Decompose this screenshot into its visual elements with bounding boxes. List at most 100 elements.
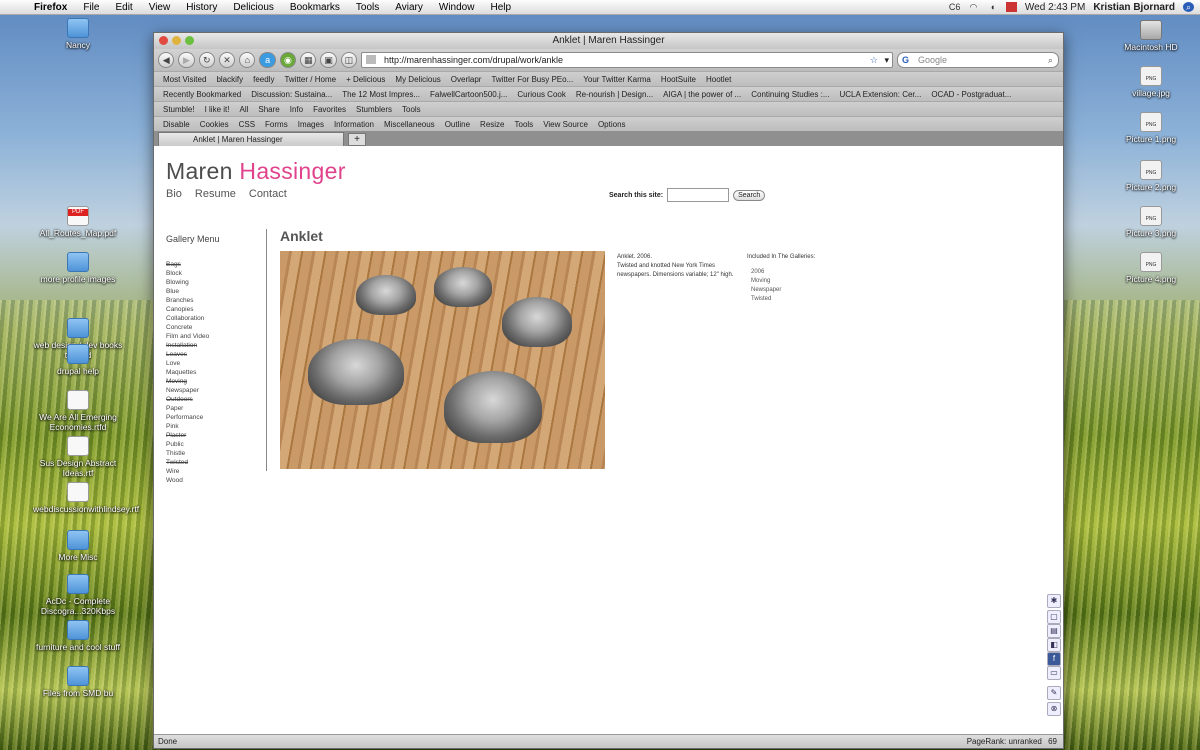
gallery-menu-item[interactable]: Blowing: [166, 278, 209, 287]
menu-edit[interactable]: Edit: [107, 2, 140, 13]
desktop-icon[interactable]: Picture 1.png: [1106, 112, 1196, 144]
flag-icon[interactable]: [1005, 2, 1017, 12]
stumble-toolbar-item[interactable]: Stumble!: [158, 105, 200, 114]
stop-button[interactable]: ✕: [218, 52, 236, 68]
gallery-menu-item[interactable]: Moving: [166, 377, 209, 386]
google-icon[interactable]: G: [902, 53, 909, 67]
gallery-menu-item[interactable]: Block: [166, 269, 209, 278]
bookmark-item[interactable]: FalwellCartoon500.j...: [425, 90, 512, 99]
gallery-menu-item[interactable]: Installation: [166, 341, 209, 350]
bookmark-item[interactable]: The 12 Most Impres...: [337, 90, 425, 99]
minimize-window-icon[interactable]: [172, 36, 181, 45]
gallery-menu-item[interactable]: Wire: [166, 467, 209, 476]
bookmark-item[interactable]: Most Visited: [158, 75, 211, 84]
bookmark-item[interactable]: Twitter For Busy PEo...: [486, 75, 578, 84]
webdev-toolbar-item[interactable]: Outline: [440, 120, 475, 129]
window-icon[interactable]: ▭: [1047, 666, 1061, 680]
menu-history[interactable]: History: [178, 2, 225, 13]
zoom-window-icon[interactable]: [185, 36, 194, 45]
gallery-link[interactable]: Moving: [751, 277, 815, 286]
gallery-menu-item[interactable]: Performance: [166, 413, 209, 422]
menu-delicious[interactable]: Delicious: [225, 2, 282, 13]
gallery-menu-item[interactable]: Canopies: [166, 305, 209, 314]
desktop-icon[interactable]: village.jpg: [1106, 66, 1196, 98]
url-dropdown-icon[interactable]: ▾: [884, 53, 889, 67]
gallery-menu-item[interactable]: Wood: [166, 476, 209, 485]
bookmark-item[interactable]: Your Twitter Karma: [578, 75, 656, 84]
desktop-icon[interactable]: webdiscussionwithlindsey.rtf: [33, 482, 139, 514]
bookmark-item[interactable]: AIGA | the power of ...: [658, 90, 746, 99]
bookmark-item[interactable]: Continuing Studies :...: [746, 90, 834, 99]
stumble-toolbar-item[interactable]: Stumblers: [351, 105, 397, 114]
cs-icon[interactable]: C6: [949, 2, 961, 12]
clock[interactable]: Wed 2:43 PM: [1025, 2, 1085, 13]
desktop-icon[interactable]: more profile images: [33, 252, 123, 284]
bookmark-item[interactable]: Recently Bookmarked: [158, 90, 246, 99]
desktop-icon[interactable]: AcDc - Complete Discogra...320Kbps: [33, 574, 123, 616]
nav-resume[interactable]: Resume: [195, 188, 236, 200]
stumble-toolbar-item[interactable]: I like it!: [200, 105, 235, 114]
gear-icon[interactable]: ✱: [1047, 594, 1061, 608]
page-icon[interactable]: ▢: [1047, 610, 1061, 624]
gallery-menu-item[interactable]: Newspaper: [166, 386, 209, 395]
bookmark-item[interactable]: Twitter / Home: [279, 75, 341, 84]
webdev-toolbar-item[interactable]: Information: [329, 120, 379, 129]
webdev-toolbar-item[interactable]: Disable: [158, 120, 195, 129]
desktop-icon[interactable]: Picture 2.png: [1106, 160, 1196, 192]
desktop-icon[interactable]: Picture 3.png: [1106, 206, 1196, 238]
desktop-icon[interactable]: More Misc: [33, 530, 123, 562]
gallery-menu-item[interactable]: Collaboration: [166, 314, 209, 323]
menu-window[interactable]: Window: [431, 2, 483, 13]
back-button[interactable]: ◀: [158, 52, 175, 68]
bookmark-item[interactable]: UCLA Extension: Cer...: [835, 90, 927, 99]
bookmark-item[interactable]: Curious Cook: [512, 90, 570, 99]
app-menu[interactable]: Firefox: [26, 2, 75, 13]
gallery-menu-item[interactable]: Public: [166, 440, 209, 449]
desktop-icon[interactable]: Macintosh HD: [1106, 20, 1196, 52]
gallery-menu-item[interactable]: Twisted: [166, 458, 209, 467]
webdev-toolbar-item[interactable]: View Source: [538, 120, 593, 129]
bookmark-icon[interactable]: ▤: [1047, 624, 1061, 638]
spotlight-icon[interactable]: ⌕: [1183, 2, 1194, 12]
bookmark-item[interactable]: + Delicious: [341, 75, 390, 84]
tab-anklet[interactable]: Anklet | Maren Hassinger: [158, 132, 344, 146]
bookmark-item[interactable]: Hootlet: [701, 75, 736, 84]
webdev-toolbar-item[interactable]: Cookies: [195, 120, 234, 129]
volume-icon[interactable]: ◖: [987, 2, 998, 12]
gallery-menu-item[interactable]: Leaves: [166, 350, 209, 359]
stumble-toolbar-item[interactable]: Share: [253, 105, 284, 114]
status-count[interactable]: 69: [1048, 737, 1057, 746]
stumble-toolbar-item[interactable]: Favorites: [308, 105, 351, 114]
search-engine-field[interactable]: G Google ⌕: [896, 52, 1059, 68]
menu-view[interactable]: View: [141, 2, 179, 13]
bookmark-item[interactable]: HootSuite: [656, 75, 701, 84]
pencil-icon[interactable]: ✎: [1047, 686, 1061, 700]
pagerank-text[interactable]: PageRank: unranked: [967, 737, 1042, 746]
desktop-icon[interactable]: Picture 4.png: [1106, 252, 1196, 284]
webdev-toolbar-item[interactable]: Resize: [475, 120, 509, 129]
gallery-menu-item[interactable]: Branches: [166, 296, 209, 305]
gallery-menu-item[interactable]: Film and Video: [166, 332, 209, 341]
site-logo[interactable]: Maren Hassinger: [166, 158, 346, 185]
nav-contact[interactable]: Contact: [249, 188, 287, 200]
feed-icon[interactable]: ◉: [279, 52, 297, 68]
site-search-input[interactable]: [667, 188, 730, 202]
reload-button[interactable]: ↻: [198, 52, 215, 68]
menu-bookmarks[interactable]: Bookmarks: [282, 2, 348, 13]
grid-icon[interactable]: ▣: [320, 52, 337, 68]
gallery-menu-item[interactable]: Pink: [166, 422, 209, 431]
bookmark-item[interactable]: Overlapr: [446, 75, 487, 84]
gallery-link[interactable]: 2006: [751, 268, 815, 277]
desktop-icon[interactable]: Nancy: [33, 18, 123, 50]
stumble-toolbar-item[interactable]: Info: [285, 105, 308, 114]
search-go-icon[interactable]: ⌕: [1048, 53, 1053, 67]
webdev-toolbar-item[interactable]: Images: [293, 120, 329, 129]
gallery-link[interactable]: Newspaper: [751, 286, 815, 295]
bookmark-star-icon[interactable]: ☆: [870, 53, 878, 67]
desktop-icon[interactable]: We Are All Emerging Economies.rtfd: [33, 390, 123, 432]
webdev-toolbar-item[interactable]: CSS: [234, 120, 260, 129]
gallery-menu-item[interactable]: Bags: [166, 260, 209, 269]
menu-tools[interactable]: Tools: [348, 2, 387, 13]
url-field[interactable]: http://marenhassinger.com/drupal/work/an…: [360, 52, 893, 68]
wifi-icon[interactable]: ◠: [968, 2, 979, 12]
